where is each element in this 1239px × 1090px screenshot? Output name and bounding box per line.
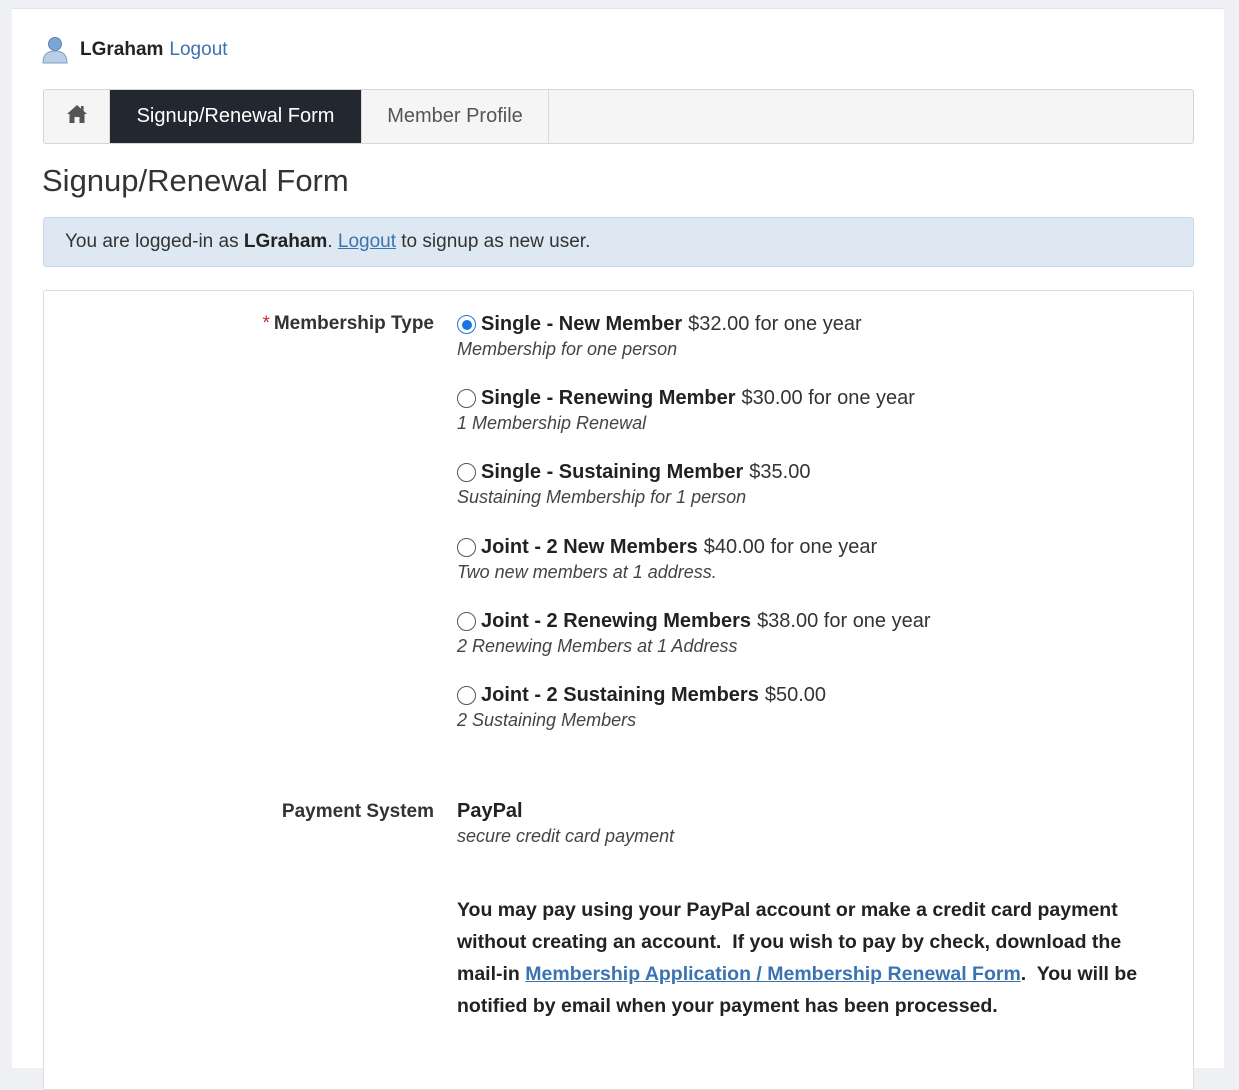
radio-joint-new[interactable] xyxy=(457,538,476,557)
radio-joint-renewing[interactable] xyxy=(457,612,476,631)
username: LGraham xyxy=(80,39,164,60)
alert-logout-link[interactable]: Logout xyxy=(338,231,396,253)
option-desc: 2 Renewing Members at 1 Address xyxy=(457,636,738,656)
option-name: Joint - 2 Renewing Members xyxy=(481,610,752,632)
option-name: Single - Renewing Member xyxy=(481,387,736,409)
tab-member-profile[interactable]: Member Profile xyxy=(362,90,549,143)
option-desc: Membership for one person xyxy=(457,339,678,359)
membership-option-joint-sustaining[interactable]: Joint - 2 Sustaining Members $50.00 2 Su… xyxy=(457,684,826,731)
logout-link[interactable]: Logout xyxy=(169,39,227,61)
membership-option-single-new[interactable]: Single - New Member $32.00 for one year … xyxy=(457,313,862,360)
main-nav: Signup/Renewal Form Member Profile xyxy=(43,89,1194,144)
payment-desc: secure credit card payment xyxy=(457,826,675,846)
membership-option-single-renewing[interactable]: Single - Renewing Member $30.00 for one … xyxy=(457,387,915,434)
membership-application-link[interactable]: Membership Application / Membership Rene… xyxy=(525,963,1021,985)
membership-type-label-text: Membership Type xyxy=(273,313,434,334)
option-desc: 2 Sustaining Members xyxy=(457,710,637,730)
payment-note: You may pay using your PayPal account or… xyxy=(457,894,1172,1022)
nav-home[interactable] xyxy=(44,90,110,143)
option-price: $38.00 for one year xyxy=(757,610,931,632)
option-price: $32.00 for one year xyxy=(688,313,862,335)
option-price: $30.00 for one year xyxy=(741,387,915,409)
option-name: Single - Sustaining Member xyxy=(481,461,744,483)
option-desc: 1 Membership Renewal xyxy=(457,413,647,433)
tab-signup-renewal-form[interactable]: Signup/Renewal Form xyxy=(110,90,362,143)
option-desc: Sustaining Membership for 1 person xyxy=(457,487,747,507)
option-price: $40.00 for one year xyxy=(703,536,878,558)
user-bar: LGraham Logout xyxy=(42,35,228,65)
payment-system-value: PayPal secure credit card payment xyxy=(457,800,674,847)
user-icon xyxy=(42,35,68,65)
option-name: Joint - 2 Sustaining Members xyxy=(481,684,759,706)
membership-option-single-sustaining[interactable]: Single - Sustaining Member $35.00 Sustai… xyxy=(457,461,810,508)
radio-single-sustaining[interactable] xyxy=(457,463,476,482)
option-name: Joint - 2 New Members xyxy=(481,536,698,558)
alert-suffix: to signup as new user. xyxy=(396,231,591,252)
page-container: LGraham Logout Signup/Renewal Form Membe… xyxy=(12,8,1224,1090)
alert-separator: . xyxy=(327,231,338,252)
radio-joint-sustaining[interactable] xyxy=(457,686,476,705)
required-mark: * xyxy=(262,313,270,334)
option-name: Single - New Member xyxy=(481,313,683,335)
membership-type-label: * Membership Type xyxy=(262,313,434,335)
option-price: $35.00 xyxy=(749,461,811,483)
alert-prefix: You are logged-in as xyxy=(65,231,244,252)
payment-system-label: Payment System xyxy=(281,801,434,822)
radio-single-renewing[interactable] xyxy=(457,389,476,408)
option-desc: Two new members at 1 address. xyxy=(457,562,717,582)
membership-option-joint-renewing[interactable]: Joint - 2 Renewing Members $38.00 for on… xyxy=(457,610,931,657)
radio-single-new[interactable] xyxy=(457,315,476,334)
page-title: Signup/Renewal Form xyxy=(42,163,349,198)
membership-option-joint-new[interactable]: Joint - 2 New Members $40.00 for one yea… xyxy=(457,536,877,583)
signup-form: * Membership Type Single - New Member $32… xyxy=(43,290,1194,1090)
alert-username: LGraham xyxy=(243,231,328,252)
option-price: $50.00 xyxy=(764,684,826,706)
home-icon xyxy=(66,104,88,130)
payment-name: PayPal xyxy=(457,800,523,822)
login-alert: You are logged-in as LGraham. Logout to … xyxy=(43,217,1194,267)
